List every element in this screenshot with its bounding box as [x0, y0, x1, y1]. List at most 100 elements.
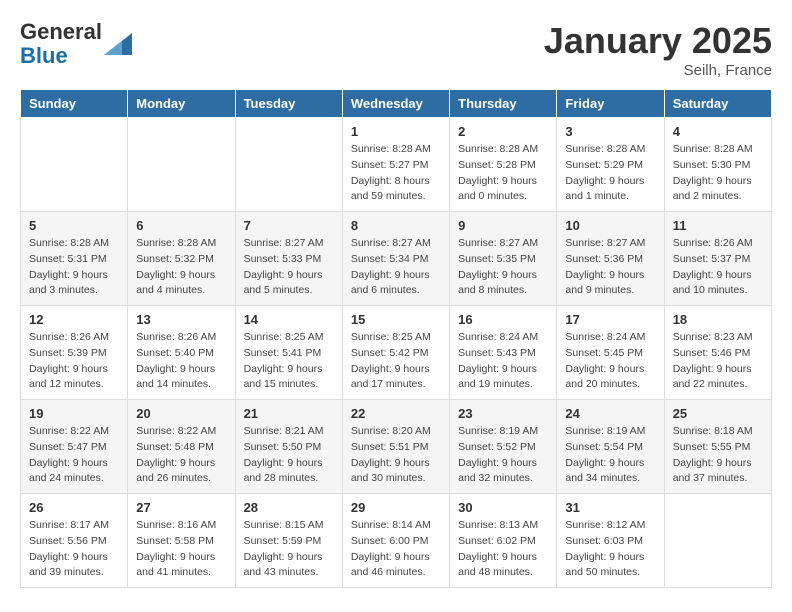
day-info: Sunrise: 8:25 AMSunset: 5:41 PMDaylight:…	[244, 330, 334, 393]
day-cell: 10 Sunrise: 8:27 AMSunset: 5:36 PMDayligh…	[557, 212, 664, 306]
logo-blue: Blue	[20, 43, 68, 68]
day-info: Sunrise: 8:26 AMSunset: 5:40 PMDaylight:…	[136, 330, 226, 393]
day-number: 3	[565, 124, 655, 139]
day-cell: 18Sunrise: 8:23 AMSunset: 5:46 PMDayligh…	[664, 306, 771, 400]
day-cell: 29 Sunrise: 8:14 AMSunset: 6:00 PMDayligh…	[342, 494, 449, 588]
day-info: Sunrise: 8:28 AMSunset: 5:31 PMDaylight:…	[29, 236, 119, 299]
day-number: 7	[244, 218, 334, 233]
day-info: Sunrise: 8:27 AMSunset: 5:34 PMDaylight:…	[351, 236, 441, 299]
day-info: Sunrise: 8:24 AMSunset: 5:45 PMDaylight:…	[565, 330, 655, 393]
day-number: 8	[351, 218, 441, 233]
day-cell: 27 Sunrise: 8:16 AMSunset: 5:58 PMDayligh…	[128, 494, 235, 588]
day-info: Sunrise: 8:16 AMSunset: 5:58 PMDaylight:…	[136, 518, 226, 581]
logo-general: General	[20, 19, 102, 44]
day-cell: 1 Sunrise: 8:28 AMSunset: 5:27 PMDaylight…	[342, 118, 449, 212]
day-cell: 24Sunrise: 8:19 AMSunset: 5:54 PMDayligh…	[557, 400, 664, 494]
day-number: 9	[458, 218, 548, 233]
logo-icon	[104, 33, 132, 55]
location: Seilh, France	[544, 62, 772, 79]
day-cell: 26 Sunrise: 8:17 AMSunset: 5:56 PMDayligh…	[21, 494, 128, 588]
day-cell: 22 Sunrise: 8:20 AMSunset: 5:51 PMDayligh…	[342, 400, 449, 494]
day-info: Sunrise: 8:18 AMSunset: 5:55 PMDaylight:…	[673, 424, 763, 487]
day-number: 12	[29, 312, 119, 327]
week-row-4: 19Sunrise: 8:22 AMSunset: 5:47 PMDayligh…	[21, 400, 772, 494]
day-number: 4	[673, 124, 763, 139]
title-block: January 2025 Seilh, France	[544, 20, 772, 79]
day-cell: 28 Sunrise: 8:15 AMSunset: 5:59 PMDayligh…	[235, 494, 342, 588]
day-number: 24	[565, 406, 655, 421]
day-info: Sunrise: 8:27 AMSunset: 5:36 PMDaylight:…	[565, 236, 655, 299]
day-info: Sunrise: 8:27 AMSunset: 5:33 PMDaylight:…	[244, 236, 334, 299]
logo-text: General Blue	[20, 20, 132, 68]
day-cell: 20 Sunrise: 8:22 AMSunset: 5:48 PMDayligh…	[128, 400, 235, 494]
day-number: 17	[565, 312, 655, 327]
day-number: 20	[136, 406, 226, 421]
header-saturday: Saturday	[664, 90, 771, 118]
day-number: 28	[244, 500, 334, 515]
header-sunday: Sunday	[21, 90, 128, 118]
day-number: 14	[244, 312, 334, 327]
week-row-2: 5 Sunrise: 8:28 AMSunset: 5:31 PMDaylight…	[21, 212, 772, 306]
day-info: Sunrise: 8:12 AMSunset: 6:03 PMDaylight:…	[565, 518, 655, 581]
day-cell	[128, 118, 235, 212]
day-cell: 8 Sunrise: 8:27 AMSunset: 5:34 PMDaylight…	[342, 212, 449, 306]
day-number: 6	[136, 218, 226, 233]
day-cell: 12 Sunrise: 8:26 AMSunset: 5:39 PMDayligh…	[21, 306, 128, 400]
day-info: Sunrise: 8:15 AMSunset: 5:59 PMDaylight:…	[244, 518, 334, 581]
day-number: 27	[136, 500, 226, 515]
day-cell: 17 Sunrise: 8:24 AMSunset: 5:45 PMDayligh…	[557, 306, 664, 400]
day-cell: 13 Sunrise: 8:26 AMSunset: 5:40 PMDayligh…	[128, 306, 235, 400]
day-cell: 7 Sunrise: 8:27 AMSunset: 5:33 PMDaylight…	[235, 212, 342, 306]
day-number: 22	[351, 406, 441, 421]
day-number: 31	[565, 500, 655, 515]
day-number: 21	[244, 406, 334, 421]
header-monday: Monday	[128, 90, 235, 118]
day-number: 29	[351, 500, 441, 515]
day-number: 2	[458, 124, 548, 139]
day-cell: 11Sunrise: 8:26 AMSunset: 5:37 PMDayligh…	[664, 212, 771, 306]
day-number: 25	[673, 406, 763, 421]
day-cell: 2Sunrise: 8:28 AMSunset: 5:28 PMDaylight…	[450, 118, 557, 212]
day-number: 11	[673, 218, 763, 233]
day-info: Sunrise: 8:28 AMSunset: 5:30 PMDaylight:…	[673, 142, 763, 205]
day-info: Sunrise: 8:21 AMSunset: 5:50 PMDaylight:…	[244, 424, 334, 487]
day-number: 13	[136, 312, 226, 327]
day-info: Sunrise: 8:24 AMSunset: 5:43 PMDaylight:…	[458, 330, 548, 393]
day-cell: 16 Sunrise: 8:24 AMSunset: 5:43 PMDayligh…	[450, 306, 557, 400]
day-cell	[664, 494, 771, 588]
day-number: 19	[29, 406, 119, 421]
day-info: Sunrise: 8:13 AMSunset: 6:02 PMDaylight:…	[458, 518, 548, 581]
day-info: Sunrise: 8:26 AMSunset: 5:39 PMDaylight:…	[29, 330, 119, 393]
month-title: January 2025	[544, 20, 772, 62]
calendar-body: 1 Sunrise: 8:28 AMSunset: 5:27 PMDaylight…	[21, 118, 772, 588]
day-cell: 31 Sunrise: 8:12 AMSunset: 6:03 PMDayligh…	[557, 494, 664, 588]
day-cell: 14 Sunrise: 8:25 AMSunset: 5:41 PMDayligh…	[235, 306, 342, 400]
day-cell: 30 Sunrise: 8:13 AMSunset: 6:02 PMDayligh…	[450, 494, 557, 588]
day-number: 26	[29, 500, 119, 515]
day-info: Sunrise: 8:20 AMSunset: 5:51 PMDaylight:…	[351, 424, 441, 487]
day-info: Sunrise: 8:17 AMSunset: 5:56 PMDaylight:…	[29, 518, 119, 581]
header-wednesday: Wednesday	[342, 90, 449, 118]
day-number: 30	[458, 500, 548, 515]
day-number: 5	[29, 218, 119, 233]
header-friday: Friday	[557, 90, 664, 118]
day-number: 10	[565, 218, 655, 233]
week-row-3: 12 Sunrise: 8:26 AMSunset: 5:39 PMDayligh…	[21, 306, 772, 400]
day-cell: 21 Sunrise: 8:21 AMSunset: 5:50 PMDayligh…	[235, 400, 342, 494]
day-cell: 4 Sunrise: 8:28 AMSunset: 5:30 PMDaylight…	[664, 118, 771, 212]
day-info: Sunrise: 8:22 AMSunset: 5:48 PMDaylight:…	[136, 424, 226, 487]
day-number: 23	[458, 406, 548, 421]
day-info: Sunrise: 8:28 AMSunset: 5:27 PMDaylight:…	[351, 142, 441, 205]
day-number: 1	[351, 124, 441, 139]
week-row-5: 26 Sunrise: 8:17 AMSunset: 5:56 PMDayligh…	[21, 494, 772, 588]
day-cell: 3 Sunrise: 8:28 AMSunset: 5:29 PMDaylight…	[557, 118, 664, 212]
header-thursday: Thursday	[450, 90, 557, 118]
day-info: Sunrise: 8:14 AMSunset: 6:00 PMDaylight:…	[351, 518, 441, 581]
day-number: 16	[458, 312, 548, 327]
day-cell: 9Sunrise: 8:27 AMSunset: 5:35 PMDaylight…	[450, 212, 557, 306]
day-cell: 6Sunrise: 8:28 AMSunset: 5:32 PMDaylight…	[128, 212, 235, 306]
day-cell	[235, 118, 342, 212]
day-info: Sunrise: 8:25 AMSunset: 5:42 PMDaylight:…	[351, 330, 441, 393]
day-number: 15	[351, 312, 441, 327]
day-info: Sunrise: 8:28 AMSunset: 5:29 PMDaylight:…	[565, 142, 655, 205]
